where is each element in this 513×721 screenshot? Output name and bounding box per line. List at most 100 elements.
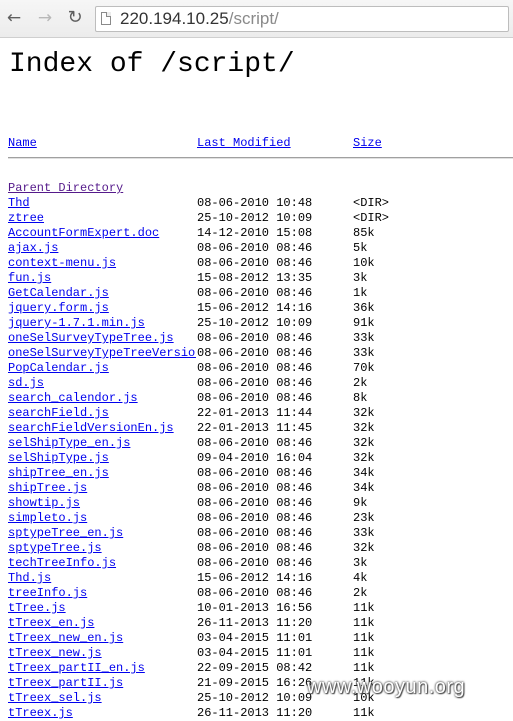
- file-link[interactable]: jquery.form.js: [8, 301, 196, 316]
- sort-by-modified-link[interactable]: Last Modified: [197, 136, 291, 151]
- file-row: tTree.js 10-01-2013 16:56 11k: [0, 601, 513, 616]
- file-row: PopCalendar.js 08-06-2010 08:46 70k: [0, 361, 513, 376]
- file-link[interactable]: shipTree_en.js: [8, 466, 196, 481]
- file-size: 2k: [353, 586, 368, 600]
- file-link[interactable]: Thd: [8, 196, 196, 211]
- file-row: sptypeTree.js 08-06-2010 08:46 32k: [0, 541, 513, 556]
- file-link[interactable]: tTreex.js: [8, 706, 196, 721]
- file-row: selShipType_en.js 08-06-2010 08:46 32k: [0, 436, 513, 451]
- file-size: 34k: [353, 466, 375, 480]
- file-link[interactable]: tTreex_en.js: [8, 616, 196, 631]
- file-modified: 08-06-2010 08:46: [197, 496, 313, 510]
- file-modified: 08-06-2010 08:46: [197, 391, 313, 405]
- file-row: jquery-1.7.1.min.js 25-10-2012 10:09 91k: [0, 316, 513, 331]
- file-link[interactable]: oneSelSurveyTypeTree.js: [8, 331, 196, 346]
- file-row: oneSelSurveyTypeTree.js 08-06-2010 08:46 3…: [0, 331, 513, 346]
- file-modified: 26-11-2013 11:20: [197, 706, 313, 720]
- file-size: 91k: [353, 316, 375, 330]
- file-link[interactable]: selShipType.js: [8, 451, 196, 466]
- file-link[interactable]: tTreex_new_en.js: [8, 631, 196, 646]
- parent-directory-link[interactable]: Parent Directory: [8, 181, 123, 196]
- file-link[interactable]: PopCalendar.js: [8, 361, 196, 376]
- file-link[interactable]: sd.js: [8, 376, 196, 391]
- file-link[interactable]: Thd.js: [8, 571, 196, 586]
- file-row: searchField.js 22-01-2013 11:44 32k: [0, 406, 513, 421]
- file-row: sd.js 08-06-2010 08:46 2k: [0, 376, 513, 391]
- file-link[interactable]: AccountFormExpert.doc: [8, 226, 196, 241]
- file-link[interactable]: jquery-1.7.1.min.js: [8, 316, 196, 331]
- file-link[interactable]: sptypeTree_en.js: [8, 526, 196, 541]
- file-row: searchFieldVersionEn.js 22-01-2013 11:45 3…: [0, 421, 513, 436]
- file-modified: 08-06-2010 08:46: [197, 556, 313, 570]
- forward-arrow-icon[interactable]: →: [35, 8, 55, 28]
- file-row: tTreex_new.js 03-04-2015 11:01 11k: [0, 646, 513, 661]
- file-modified: 21-09-2015 16:26: [197, 676, 313, 690]
- reload-icon[interactable]: ↻: [65, 8, 85, 28]
- file-size: 32k: [353, 421, 375, 435]
- file-row: techTreeInfo.js 08-06-2010 08:46 3k: [0, 556, 513, 571]
- file-link[interactable]: simpleto.js: [8, 511, 196, 526]
- file-size: 33k: [353, 526, 375, 540]
- file-modified: 08-06-2010 08:46: [197, 436, 313, 450]
- file-row: GetCalendar.js 08-06-2010 08:46 1k: [0, 286, 513, 301]
- back-arrow-icon[interactable]: ←: [4, 8, 24, 28]
- file-row: ztree 25-10-2012 10:09 <DIR>: [0, 211, 513, 226]
- file-modified: 08-06-2010 08:46: [197, 376, 313, 390]
- file-link[interactable]: tTreex_partII.js: [8, 676, 196, 691]
- sort-by-size-link[interactable]: Size: [353, 136, 382, 151]
- file-row: shipTree.js 08-06-2010 08:46 34k: [0, 481, 513, 496]
- file-size: 11k: [353, 661, 375, 675]
- file-link[interactable]: fun.js: [8, 271, 196, 286]
- file-row: Thd.js 15-06-2012 14:16 4k: [0, 571, 513, 586]
- file-link[interactable]: tTreex_new.js: [8, 646, 196, 661]
- file-listing: Thd 08-06-2010 10:48 <DIR> ztree 25-10-2012 …: [0, 196, 513, 721]
- file-link[interactable]: searchFieldVersionEn.js: [8, 421, 196, 436]
- file-modified: 08-06-2010 08:46: [197, 256, 313, 270]
- file-modified: 09-04-2010 16:04: [197, 451, 313, 465]
- file-link[interactable]: tTree.js: [8, 601, 196, 616]
- file-modified: 22-01-2013 11:44: [197, 406, 313, 420]
- file-modified: 25-10-2012 10:09: [197, 316, 313, 330]
- address-bar[interactable]: 220.194.10.25/script/: [95, 6, 509, 32]
- file-size: 3k: [353, 271, 368, 285]
- url-text[interactable]: 220.194.10.25/script/: [120, 9, 279, 29]
- file-row: selShipType.js 09-04-2010 16:04 32k: [0, 451, 513, 466]
- file-link[interactable]: context-menu.js: [8, 256, 196, 271]
- file-link[interactable]: oneSelSurveyTypeTreeVersionEn.js: [8, 346, 196, 361]
- url-host: 220.194.10.25: [120, 9, 229, 28]
- file-row: oneSelSurveyTypeTreeVersionEn.js08-06-20…: [0, 346, 513, 361]
- file-row: fun.js 15-08-2012 13:35 3k: [0, 271, 513, 286]
- file-link[interactable]: techTreeInfo.js: [8, 556, 196, 571]
- file-modified: 08-06-2010 08:46: [197, 511, 313, 525]
- sort-by-name-link[interactable]: Name: [8, 136, 37, 151]
- file-size: 3k: [353, 556, 368, 570]
- file-link[interactable]: search_calendor.js: [8, 391, 196, 406]
- file-link[interactable]: showtip.js: [8, 496, 196, 511]
- file-size: 11k: [353, 706, 375, 720]
- file-size: 32k: [353, 436, 375, 450]
- file-modified: 08-06-2010 10:48: [197, 196, 313, 210]
- file-size: 11k: [353, 601, 375, 615]
- file-link[interactable]: tTreex_partII_en.js: [8, 661, 196, 676]
- file-modified: 03-04-2015 11:01: [197, 631, 313, 645]
- file-size: 11k: [353, 646, 375, 660]
- file-modified: 08-06-2010 08:46: [197, 286, 313, 300]
- file-modified: 08-06-2010 08:46: [197, 346, 313, 360]
- file-size: 2k: [353, 376, 368, 390]
- file-link[interactable]: treeInfo.js: [8, 586, 196, 601]
- file-size: 11k: [353, 616, 375, 630]
- file-link[interactable]: shipTree.js: [8, 481, 196, 496]
- file-size: 85k: [353, 226, 375, 240]
- file-link[interactable]: ztree: [8, 211, 196, 226]
- file-link[interactable]: sptypeTree.js: [8, 541, 196, 556]
- file-modified: 08-06-2010 08:46: [197, 481, 313, 495]
- file-link[interactable]: ajax.js: [8, 241, 196, 256]
- file-link[interactable]: GetCalendar.js: [8, 286, 196, 301]
- file-modified: 10-01-2013 16:56: [197, 601, 313, 615]
- file-row: ajax.js 08-06-2010 08:46 5k: [0, 241, 513, 256]
- file-modified: 03-04-2015 11:01: [197, 646, 313, 660]
- file-size: 32k: [353, 451, 375, 465]
- file-link[interactable]: tTreex_sel.js: [8, 691, 196, 706]
- file-link[interactable]: searchField.js: [8, 406, 196, 421]
- file-link[interactable]: selShipType_en.js: [8, 436, 196, 451]
